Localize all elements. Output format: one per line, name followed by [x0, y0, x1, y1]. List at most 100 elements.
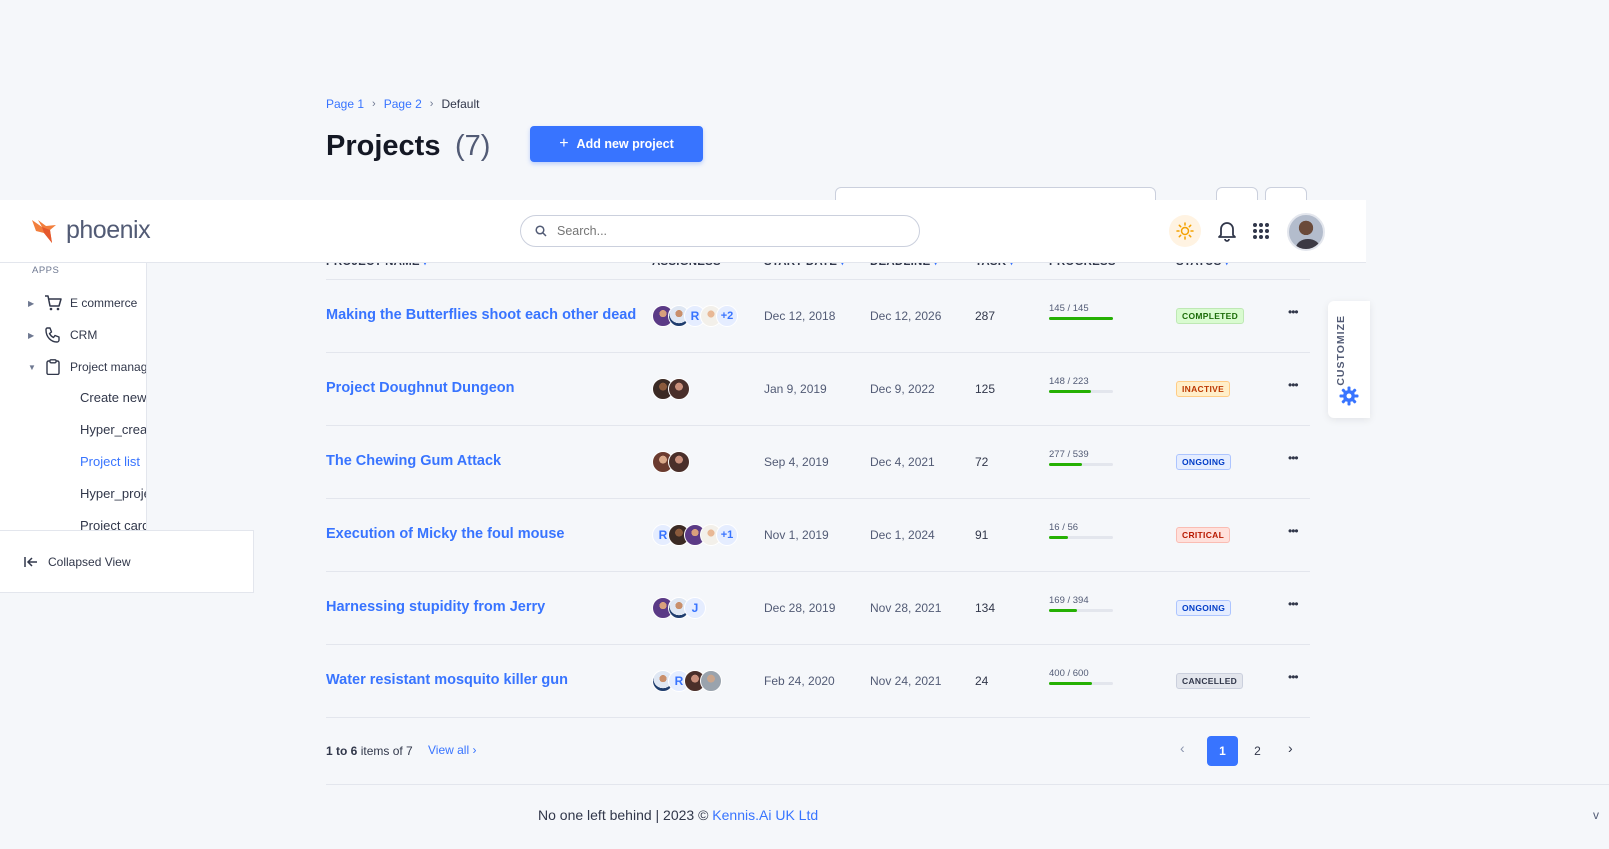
- sidebar-subitem-hyper-project[interactable]: Hyper_project: [80, 486, 146, 501]
- logo-text: phoenix: [66, 216, 151, 244]
- task-count: 287: [975, 309, 996, 323]
- assignee-group[interactable]: [652, 451, 690, 473]
- breadcrumb-page-2[interactable]: Page 2: [384, 97, 422, 111]
- table-row: Project Doughnut Dungeon Jan 9, 2019 Dec…: [326, 353, 1310, 426]
- breadcrumb-current: Default: [441, 97, 480, 111]
- bell-icon[interactable]: [1217, 220, 1237, 242]
- cart-icon: [45, 295, 62, 311]
- caret-right-icon: ▶: [28, 298, 35, 308]
- page-button-2[interactable]: 2: [1242, 736, 1273, 766]
- sidebar-subitem-hyper-create[interactable]: Hyper_create: [80, 422, 146, 437]
- sidebar-item-crm[interactable]: ▶ CRM: [28, 327, 97, 343]
- project-name-link[interactable]: Making the Butterflies shoot each other …: [326, 307, 636, 323]
- theme-toggle-button[interactable]: [1169, 215, 1201, 247]
- progress-bar: [1049, 536, 1113, 539]
- status-badge: ONGOING: [1176, 600, 1232, 616]
- view-all-link[interactable]: View all ›: [428, 743, 476, 757]
- pagination-range: 1 to 6: [326, 744, 358, 758]
- status-badge: INACTIVE: [1176, 381, 1231, 397]
- more-icon[interactable]: •••: [1288, 305, 1299, 319]
- status-badge: COMPLETED: [1176, 308, 1245, 324]
- project-name-link[interactable]: Project Doughnut Dungeon: [326, 380, 514, 396]
- assignee-group[interactable]: R +2: [652, 305, 738, 327]
- progress-fill: [1049, 317, 1113, 320]
- page-title: Projects: [326, 130, 441, 162]
- progress-text: 16 / 56: [1049, 522, 1079, 533]
- progress-fill: [1049, 609, 1077, 612]
- deadline-date: Dec 4, 2021: [870, 455, 935, 469]
- customize-panel-toggle[interactable]: CUSTOMIZE: [1328, 301, 1370, 418]
- collapse-sidebar-button[interactable]: Collapsed View: [0, 530, 254, 593]
- assignee-group[interactable]: R +1: [652, 524, 738, 546]
- project-name-link[interactable]: Harnessing stupidity from Jerry: [326, 599, 545, 615]
- sidebar-item-ecommerce[interactable]: ▶ E commerce: [28, 295, 137, 311]
- task-count: 134: [975, 601, 996, 615]
- more-icon[interactable]: •••: [1288, 597, 1299, 611]
- sidebar-subitem-project-list[interactable]: Project list: [80, 454, 140, 469]
- breadcrumb-page-1[interactable]: Page 1: [326, 97, 364, 111]
- chevron-right-icon: ›: [472, 743, 477, 757]
- progress-text: 148 / 223: [1049, 376, 1089, 387]
- progress: 400 / 600: [1049, 668, 1113, 685]
- deadline-date: Dec 1, 2024: [870, 528, 935, 542]
- global-search[interactable]: [520, 215, 920, 247]
- collapse-label: Collapsed View: [48, 554, 131, 569]
- search-icon: [535, 225, 547, 237]
- sun-icon: [1176, 222, 1194, 240]
- sidebar-item-project-management[interactable]: ▼ Project management: [28, 359, 146, 375]
- progress: 16 / 56: [1049, 522, 1113, 539]
- deadline-date: Nov 24, 2021: [870, 674, 942, 688]
- view-all-label: View all: [428, 743, 470, 757]
- task-count: 91: [975, 528, 989, 542]
- more-assignees-badge: +2: [716, 305, 738, 327]
- project-name-link[interactable]: The Chewing Gum Attack: [326, 453, 501, 469]
- project-name-link[interactable]: Execution of Micky the foul mouse: [326, 526, 564, 542]
- task-count: 72: [975, 455, 989, 469]
- chevron-left-icon[interactable]: ‹: [1180, 740, 1185, 756]
- start-date: Sep 4, 2019: [764, 455, 829, 469]
- footer-divider: [326, 784, 1609, 785]
- plus-icon: +: [559, 135, 569, 152]
- add-new-project-button[interactable]: + Add new project: [530, 126, 703, 162]
- chevron-right-icon[interactable]: ›: [1288, 740, 1293, 756]
- start-date: Feb 24, 2020: [764, 674, 835, 688]
- logo[interactable]: phoenix: [30, 216, 151, 245]
- footer-text: No one left behind | 2023 © Kennis.Ai UK…: [538, 807, 818, 823]
- avatar-initial: J: [684, 597, 706, 619]
- footer-company-link[interactable]: Kennis.Ai UK Ltd: [712, 807, 818, 823]
- sidebar-subitem-project-card[interactable]: Project card: [80, 518, 146, 530]
- progress-text: 145 / 145: [1049, 303, 1089, 314]
- assignee-group[interactable]: J: [652, 597, 706, 619]
- table-row: The Chewing Gum Attack Sep 4, 2019 Dec 4…: [326, 426, 1310, 499]
- progress-fill: [1049, 390, 1092, 393]
- caret-right-icon: ▶: [28, 330, 35, 340]
- more-icon[interactable]: •••: [1288, 451, 1299, 465]
- progress-text: 400 / 600: [1049, 668, 1089, 679]
- progress: 169 / 394: [1049, 595, 1113, 612]
- progress-text: 169 / 394: [1049, 595, 1089, 606]
- top-navbar: phoenix: [0, 200, 1366, 263]
- page-button-1[interactable]: 1: [1207, 736, 1238, 766]
- start-date: Jan 9, 2019: [764, 382, 827, 396]
- phone-icon: [45, 327, 60, 343]
- project-name-link[interactable]: Water resistant mosquito killer gun: [326, 672, 568, 688]
- sidebar-subitem-create-new[interactable]: Create new: [80, 390, 146, 405]
- search-input[interactable]: [557, 224, 887, 238]
- user-avatar[interactable]: [1287, 213, 1325, 251]
- gear-icon: [1339, 386, 1359, 406]
- start-date: Dec 28, 2019: [764, 601, 836, 615]
- grid-icon[interactable]: [1252, 222, 1270, 240]
- avatar: [668, 378, 690, 400]
- more-icon[interactable]: •••: [1288, 524, 1299, 538]
- status-badge: ONGOING: [1176, 454, 1232, 470]
- footer-copyright: No one left behind | 2023 ©: [538, 807, 709, 823]
- assignee-group[interactable]: [652, 378, 690, 400]
- task-count: 24: [975, 674, 989, 688]
- progress-fill: [1049, 463, 1082, 466]
- assignee-group[interactable]: R: [652, 670, 722, 692]
- more-icon[interactable]: •••: [1288, 670, 1299, 684]
- more-icon[interactable]: •••: [1288, 378, 1299, 392]
- sidebar-item-label: E commerce: [70, 296, 138, 310]
- progress-bar: [1049, 463, 1113, 466]
- start-date: Nov 1, 2019: [764, 528, 829, 542]
